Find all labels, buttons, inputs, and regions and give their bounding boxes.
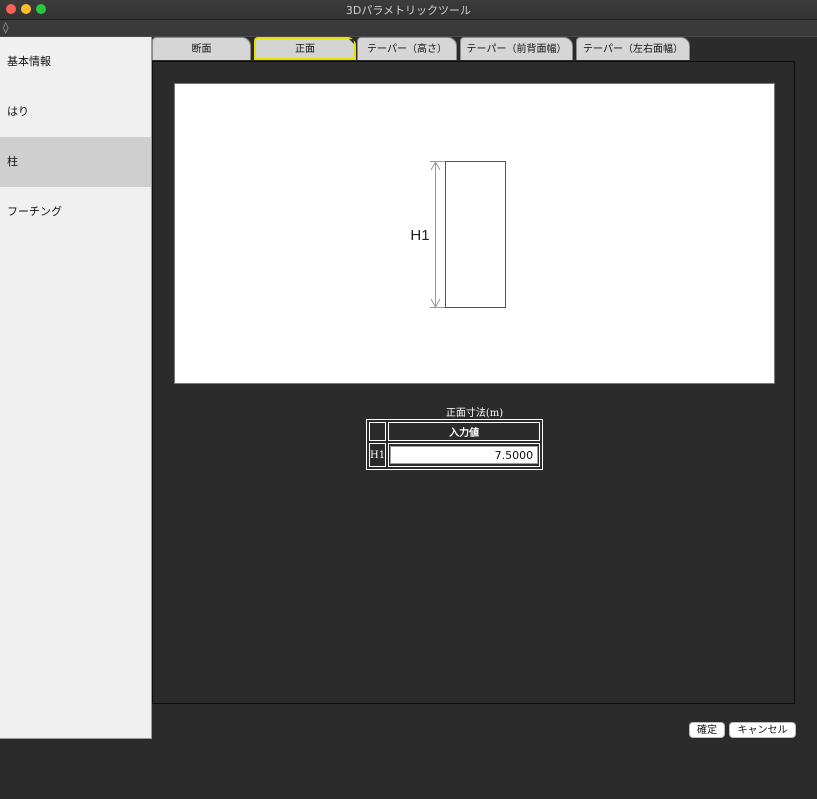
sidebar-item-label: フーチング xyxy=(7,205,62,218)
toolbar: ◊ xyxy=(0,20,817,37)
tab-label: 正面 xyxy=(295,44,315,55)
tab-taper-front-back-width[interactable]: テーパー（前背面幅） xyxy=(460,37,573,60)
sidebar: 基本情報 はり 柱 フーチング xyxy=(0,37,152,739)
table-row: H1 xyxy=(369,443,541,467)
diamond-icon[interactable]: ◊ xyxy=(3,20,8,36)
front-diagram: H1 xyxy=(174,83,775,384)
sidebar-item-beam[interactable]: はり xyxy=(0,87,151,137)
row-label-h1: H1 xyxy=(369,443,387,467)
sidebar-item-label: 柱 xyxy=(7,155,18,168)
dimension-label-h1: H1 xyxy=(410,227,429,244)
cancel-button[interactable]: キャンセル xyxy=(729,722,796,738)
sidebar-item-footing[interactable]: フーチング xyxy=(0,187,151,237)
column-header-input-value: 入力値 xyxy=(388,422,541,441)
tab-taper-height[interactable]: テーパー（高さ） xyxy=(357,37,457,60)
h1-value-input[interactable] xyxy=(390,446,539,464)
title-bar: 3Dパラメトリックツール xyxy=(0,0,817,20)
tab-section[interactable]: 断面 xyxy=(152,37,251,60)
confirm-button[interactable]: 確定 xyxy=(689,722,725,738)
value-cell xyxy=(388,443,541,467)
sidebar-item-column[interactable]: 柱 xyxy=(0,137,151,187)
table-header-row: 入力値 xyxy=(369,422,541,441)
table-caption: 正面寸法(m) xyxy=(445,408,504,419)
table-corner-cell xyxy=(369,422,387,441)
front-panel: H1 正面寸法(m) 入力値 H1 xyxy=(152,61,795,704)
sidebar-item-label: 基本情報 xyxy=(7,55,51,68)
sidebar-item-label: はり xyxy=(7,105,29,118)
tab-corner-marker xyxy=(349,39,354,44)
window-title: 3Dパラメトリックツール xyxy=(345,4,472,17)
sidebar-item-basic-info[interactable]: 基本情報 xyxy=(0,37,151,87)
tab-front[interactable]: 正面 xyxy=(254,37,356,60)
tab-taper-left-right-width[interactable]: テーパー（左右面幅） xyxy=(576,37,690,60)
column-outline xyxy=(445,161,506,308)
front-view-svg: H1 xyxy=(410,160,506,309)
dimension-table: 入力値 H1 xyxy=(366,419,544,470)
